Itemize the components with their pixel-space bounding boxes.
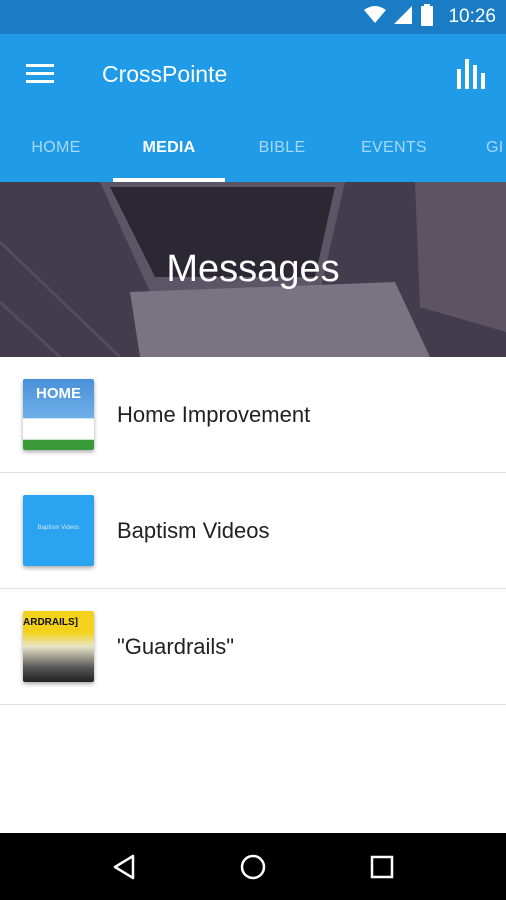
tab-give[interactable]: GI	[450, 114, 506, 182]
list-item-label: Baptism Videos	[117, 517, 270, 543]
signal-icon	[394, 5, 413, 29]
baptism-videos-thumbnail: Baptism Videos	[23, 495, 94, 566]
banner-title: Messages	[166, 248, 340, 290]
list-item-guardrails[interactable]: ARDRAILS] "Guardrails"	[0, 589, 506, 705]
menu-icon[interactable]	[0, 34, 80, 114]
messages-banner: Messages	[0, 182, 506, 357]
list-item-label: Home Improvement	[117, 401, 311, 427]
status-bar: 10:26	[0, 0, 506, 34]
thumb-text: HOME	[36, 385, 81, 402]
wifi-icon	[364, 5, 387, 29]
status-time: 10:26	[448, 6, 496, 27]
tab-media[interactable]: MEDIA	[113, 114, 225, 182]
system-nav-bar	[0, 833, 506, 900]
tab-home[interactable]: HOME	[0, 114, 112, 182]
list-item-baptism-videos[interactable]: Baptism Videos Baptism Videos	[0, 473, 506, 589]
guardrails-thumbnail: ARDRAILS]	[23, 611, 94, 682]
back-icon[interactable]	[94, 837, 154, 897]
battery-icon	[420, 3, 434, 31]
app-title: CrossPointe	[102, 60, 228, 87]
list-item-home-improvement[interactable]: HOME Home Improvement	[0, 357, 506, 473]
tab-events[interactable]: EVENTS	[338, 114, 450, 182]
tab-bible[interactable]: BIBLE	[226, 114, 338, 182]
home-improvement-thumbnail: HOME	[23, 379, 94, 450]
recents-icon[interactable]	[352, 837, 412, 897]
app-bar: CrossPointe	[0, 34, 506, 114]
tab-bar: HOME MEDIA BIBLE EVENTS GI	[0, 114, 506, 182]
list-item-label: "Guardrails"	[117, 633, 235, 659]
bar-chart-icon[interactable]	[436, 34, 506, 114]
home-icon[interactable]	[223, 837, 283, 897]
media-list: HOME Home Improvement Baptism Videos Bap…	[0, 357, 506, 705]
thumb-text: Baptism Videos	[37, 525, 80, 531]
thumb-text: ARDRAILS]	[23, 617, 78, 628]
